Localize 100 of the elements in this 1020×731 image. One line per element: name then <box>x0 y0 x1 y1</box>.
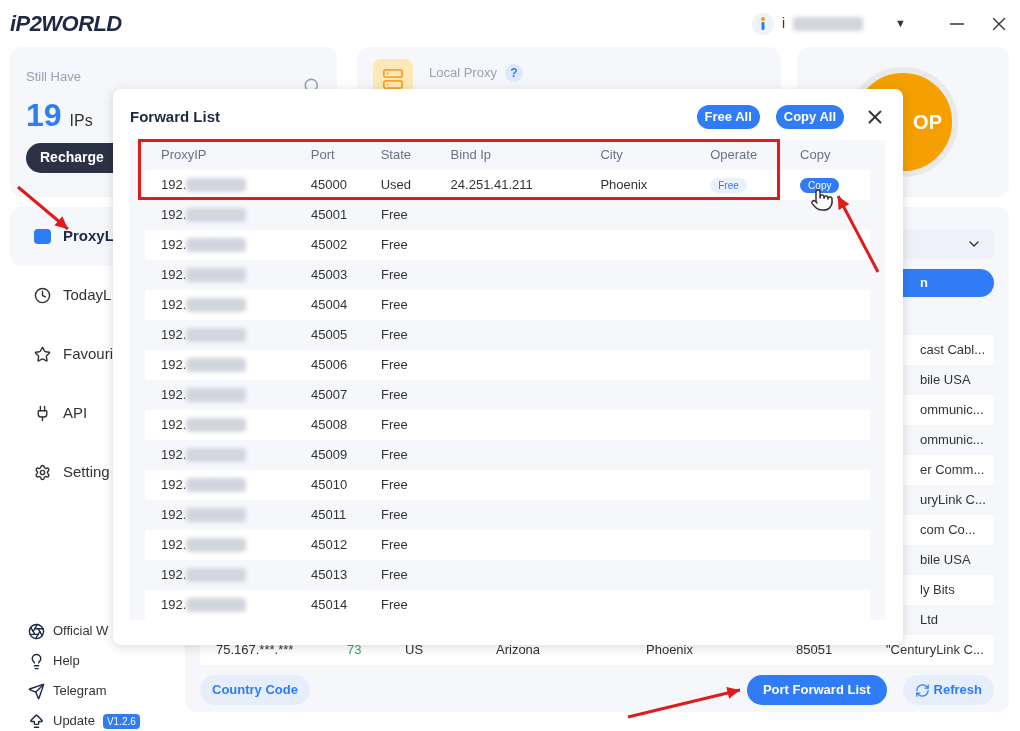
blurred-text <box>186 508 247 522</box>
table-cell-text: 45009 <box>311 446 349 465</box>
blurred-text <box>186 538 247 552</box>
table-cell-text: Free <box>381 356 409 375</box>
table-cell-text: 45008 <box>311 416 349 435</box>
free-button[interactable]: Free <box>710 178 747 194</box>
table-cell-text: uryLink C... <box>920 491 986 510</box>
sidebar-icon <box>34 464 51 481</box>
user-name: i <box>782 14 786 33</box>
blurred-text <box>186 178 247 192</box>
table-cell-text: com Co... <box>920 521 976 540</box>
account-dropdown[interactable]: ▼ <box>895 15 906 32</box>
link-icon <box>28 712 45 730</box>
annotation-arrow <box>17 185 69 231</box>
local-proxy-label: Local Proxy <box>429 64 497 83</box>
table-cell-text: 45000 <box>310 176 348 195</box>
table-cell-text: ly Bits <box>920 581 955 600</box>
table-cell-text: Arizona <box>496 641 542 660</box>
sidebar-icon <box>34 229 51 244</box>
blurred-text <box>186 598 247 612</box>
table-cell-text: 45006 <box>311 356 349 375</box>
refresh-icon <box>914 682 930 698</box>
table-cell-text: Phoenix <box>646 641 694 660</box>
table-cell-text: bile USA <box>920 551 971 570</box>
table-cell-text: er Comm... <box>920 461 985 480</box>
table-cell-text: Free <box>381 236 409 255</box>
table-cell-text: 45011 <box>311 506 348 525</box>
table-cell-text: US <box>405 641 425 660</box>
blurred-text <box>186 358 247 372</box>
table-cell-text: 192. <box>161 386 187 405</box>
blurred-text <box>793 16 864 31</box>
sidebar-link[interactable]: Update <box>53 711 95 731</box>
dialog-title: Forward List <box>130 106 220 127</box>
user-avatar-icon <box>752 12 774 35</box>
table-cell-text: 45012 <box>311 536 349 555</box>
blurred-text <box>186 268 247 282</box>
logo: iP2WORLD <box>10 10 122 38</box>
dialog-button[interactable]: Copy All <box>775 105 844 129</box>
dialog-button[interactable]: Free All <box>696 105 760 129</box>
table-cell-text: Free <box>381 596 409 615</box>
table-cell-text: 45013 <box>311 566 349 585</box>
table-cell-text: 192. <box>161 416 187 435</box>
table-cell-text: ommunic... <box>920 401 984 420</box>
column-header: State <box>380 146 413 165</box>
table-cell-text: 192. <box>161 446 187 465</box>
link-icon <box>28 682 45 700</box>
table-cell-text: 45010 <box>311 476 349 495</box>
table-cell-text: Free <box>381 566 409 585</box>
ip-unit: IPs <box>69 110 93 131</box>
column-header: ProxyIP <box>161 146 208 165</box>
table-cell-text: 192. <box>161 266 187 285</box>
still-have-label: Still Have <box>26 68 81 86</box>
blurred-text <box>186 418 247 432</box>
table-cell-text: Free <box>381 446 409 465</box>
table-cell-text: 45003 <box>311 266 349 285</box>
table-cell-text: Free <box>381 476 409 495</box>
table-cell-text: Free <box>381 506 409 525</box>
blurred-text <box>186 328 247 342</box>
port-forward-list-button[interactable]: Port Forward List <box>746 675 887 705</box>
table-cell-text: Free <box>381 416 409 435</box>
column-header: Operate <box>710 146 759 165</box>
table-cell-text: Free <box>381 386 409 405</box>
column-header: City <box>600 146 624 165</box>
table-cell-text: Free <box>381 266 409 285</box>
table-cell-text: Free <box>381 296 409 315</box>
table-cell-text: 24.251.41.211 <box>450 176 534 195</box>
sidebar-icon <box>34 346 51 363</box>
version-badge: V1.2.6 <box>102 713 140 729</box>
copy-button[interactable]: Copy <box>800 178 840 194</box>
table-cell-text: Free <box>381 326 409 345</box>
blurred-text <box>186 298 247 312</box>
table-cell-text: 45005 <box>311 326 349 345</box>
table-cell-text: 45004 <box>311 296 349 315</box>
table-cell-text: 45007 <box>311 386 349 405</box>
table-cell-text: 192. <box>161 506 187 525</box>
table-cell-text: Free <box>381 206 409 225</box>
table-cell-text: 45014 <box>311 596 349 615</box>
table-cell-text: 192. <box>161 176 187 195</box>
column-header: Port <box>310 146 336 165</box>
table-cell-text: 192. <box>161 536 187 555</box>
table-cell-text: bile USA <box>920 371 971 390</box>
table-cell-text: 192. <box>161 326 187 345</box>
sidebar-link[interactable]: Telegram <box>53 681 107 701</box>
table-cell-text: 73 <box>347 641 363 660</box>
table-cell-text: cast Cabl... <box>920 341 986 360</box>
table-cell-text: 192. <box>161 296 187 315</box>
table-cell-text: Phoenix <box>600 176 649 195</box>
table-cell-text: 192. <box>161 356 187 375</box>
table-cell-text: 192. <box>161 596 187 615</box>
sidebar-link[interactable]: Help <box>53 651 80 671</box>
blurred-text <box>186 238 247 252</box>
column-header: Copy <box>800 146 832 165</box>
sidebar-icon <box>34 287 51 304</box>
table-cell-text: 45002 <box>311 236 349 255</box>
table-cell-text: ommunic... <box>920 431 984 450</box>
table-cell-text: 192. <box>161 476 187 495</box>
table-cell-text: Used <box>380 176 413 195</box>
table-cell-text: "CenturyLink C... <box>886 641 984 660</box>
sidebar-link[interactable]: Official W <box>53 621 109 641</box>
link-icon <box>28 622 45 640</box>
